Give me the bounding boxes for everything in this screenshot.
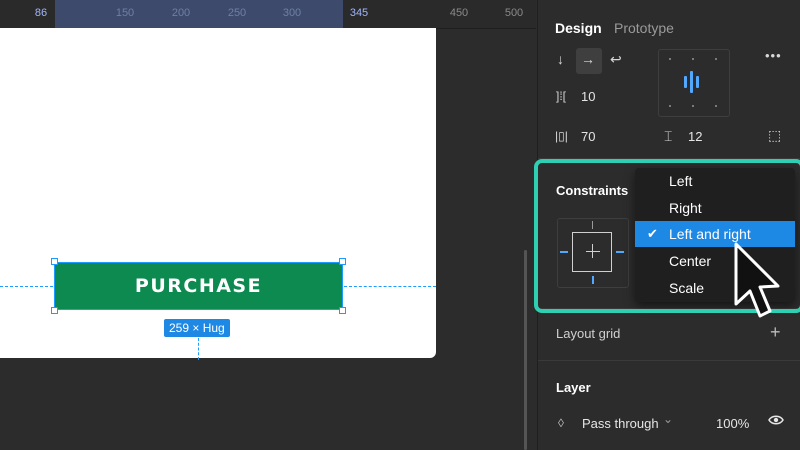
align-dot[interactable]: [692, 58, 694, 60]
horizontal-padding-icon: |▯|: [555, 129, 568, 143]
wrap-icon[interactable]: ↩: [610, 51, 622, 68]
align-dot[interactable]: [715, 58, 717, 60]
ruler-tick: 500: [504, 7, 524, 19]
alignment-grid[interactable]: [658, 49, 730, 117]
add-layout-grid-icon[interactable]: +: [770, 322, 781, 343]
resize-handle-top-left[interactable]: [51, 258, 58, 265]
blend-mode-icon: ◊: [558, 416, 564, 430]
ruler-tick: 300: [282, 7, 302, 19]
blend-mode-select[interactable]: Pass through: [582, 416, 659, 431]
tab-design[interactable]: Design: [555, 20, 602, 36]
resize-handle-bottom-left[interactable]: [51, 307, 58, 314]
align-bar: [684, 76, 687, 88]
resize-handle-top-right[interactable]: [339, 258, 346, 265]
mouse-pointer-icon: [734, 242, 780, 318]
constraint-guide-bottom: [198, 338, 199, 360]
align-dot[interactable]: [715, 105, 717, 107]
more-options-icon[interactable]: •••: [765, 48, 782, 63]
gap-value[interactable]: 10: [581, 89, 595, 104]
layer-title: Layer: [556, 380, 591, 395]
size-badge: 259 × Hug: [164, 319, 230, 337]
ruler-tick: 250: [227, 7, 247, 19]
vertical-padding-icon: ⌶: [664, 128, 673, 144]
align-dot[interactable]: [669, 58, 671, 60]
align-bar: [690, 71, 693, 93]
vertical-padding-value[interactable]: 12: [688, 129, 702, 144]
tab-prototype[interactable]: Prototype: [614, 20, 674, 36]
ruler-tick: 200: [171, 7, 191, 19]
arrow-right-icon: →: [581, 51, 595, 67]
direction-down-icon[interactable]: ↓: [557, 51, 564, 67]
canvas-area[interactable]: 86 150 200 250 300 345 450 500 PURCHASE …: [0, 0, 536, 450]
constraint-guide-left: [0, 286, 53, 287]
ruler-tick: 450: [449, 7, 469, 19]
constraint-guide-right: [344, 286, 436, 287]
top-ruler: 86 150 200 250 300 345 450 500: [0, 0, 536, 29]
align-bar: [696, 76, 699, 88]
align-dot[interactable]: [692, 105, 694, 107]
purchase-button[interactable]: PURCHASE: [54, 262, 343, 310]
resize-handle-bottom-right[interactable]: [339, 307, 346, 314]
scrollbar[interactable]: [524, 250, 527, 450]
ruler-tick: 150: [115, 7, 135, 19]
layout-grid-title: Layout grid: [556, 326, 621, 341]
horizontal-padding-value[interactable]: 70: [581, 129, 595, 144]
gap-icon: ]⁞[: [556, 89, 567, 103]
chevron-down-icon[interactable]: ⌄: [663, 412, 673, 426]
align-dot[interactable]: [669, 105, 671, 107]
divider: [538, 360, 800, 361]
layer-opacity[interactable]: 100%: [716, 416, 749, 431]
eye-icon[interactable]: [768, 414, 784, 429]
ruler-tick: 345: [349, 7, 369, 19]
clip-content-icon[interactable]: ⬚: [768, 127, 781, 144]
ruler-tick: 86: [34, 7, 48, 19]
